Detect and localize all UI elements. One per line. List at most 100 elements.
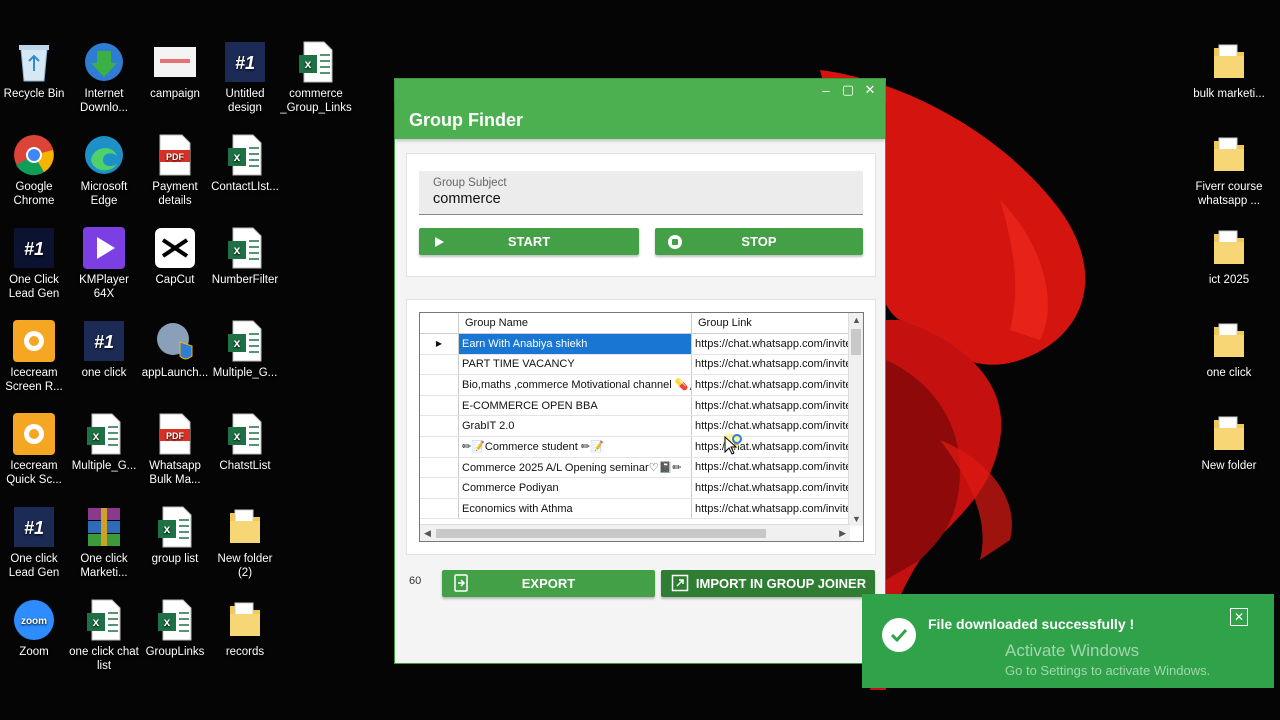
desktop-icon[interactable]: Google Chrome	[0, 133, 70, 208]
group-subject-input[interactable]: commerce	[433, 191, 849, 207]
desktop-icon[interactable]: Icecream Quick Sc...	[0, 412, 70, 487]
desktop-icon[interactable]: x GroupLinks	[139, 598, 211, 659]
table-row[interactable]: E-COMMERCE OPEN BBA https://chat.whatsapp…	[420, 395, 863, 417]
group-name-cell[interactable]: Commerce 2025 A/L Opening seminar♡📓✏	[459, 457, 692, 478]
desktop-icon[interactable]: x ContactLIst...	[209, 133, 281, 194]
desktop-icon-label: Recycle Bin	[3, 88, 65, 100]
import-label: IMPORT IN GROUP JOINER	[695, 576, 867, 591]
desktop-icon[interactable]: one click	[1193, 319, 1265, 380]
desktop-icon[interactable]: x NumberFilter	[209, 226, 281, 287]
group-link-cell[interactable]: https://chat.whatsapp.com/invite/	[692, 355, 849, 375]
desktop-icon[interactable]: New folder (2)	[209, 505, 281, 580]
desktop-icon[interactable]: x group list	[139, 505, 211, 566]
table-row[interactable]: Commerce 2025 A/L Opening seminar♡📓✏ http…	[420, 457, 863, 479]
import-group-joiner-button[interactable]: IMPORT IN GROUP JOINER	[661, 570, 875, 597]
group-name-cell[interactable]: Economics with Athma	[459, 498, 692, 519]
row-selector[interactable]	[420, 436, 459, 457]
desktop-icon[interactable]: x ChatstList	[209, 412, 281, 473]
minimize-button[interactable]: –	[815, 81, 837, 99]
desktop-icon[interactable]: CapCut	[139, 226, 211, 287]
desktop-icon[interactable]: Microsoft Edge	[68, 133, 140, 208]
desktop-icon[interactable]: One click Marketi...	[68, 505, 140, 580]
svg-text:#1: #1	[94, 332, 114, 352]
group-link-cell[interactable]: https://chat.whatsapp.com/invite/	[692, 334, 849, 354]
desktop-icon-label: Zoom	[19, 646, 49, 658]
desktop-icon[interactable]: x Multiple_G...	[209, 319, 281, 380]
desktop-icon[interactable]: x commerce _Group_Links	[280, 40, 352, 115]
vertical-scrollbar[interactable]: ▲ ▼	[848, 313, 863, 526]
table-row[interactable]: Bio,maths ,commerce Motivational channel…	[420, 375, 863, 396]
desktop-icon[interactable]: KMPlayer 64X	[68, 226, 140, 301]
desktop-icon[interactable]: ict 2025	[1193, 226, 1265, 287]
column-header-group-name[interactable]: Group Name	[459, 313, 692, 333]
group-name-cell[interactable]: ✏📝Commerce student ✏📝	[459, 436, 692, 457]
group-subject-field[interactable]: Group Subject commerce	[419, 171, 863, 215]
desktop-icon[interactable]: PDF Whatsapp Bulk Ma...	[139, 412, 211, 487]
desktop-icon[interactable]: x one click chat list	[68, 598, 140, 673]
desktop-icon[interactable]: Fiverr course whatsapp ...	[1193, 133, 1265, 208]
maximize-button[interactable]: ▢	[837, 81, 859, 99]
desktop-icon[interactable]: #1 Untitled design	[209, 40, 281, 115]
watermark-line2: Go to Settings to activate Windows.	[1005, 663, 1211, 678]
row-selector[interactable]	[420, 457, 459, 478]
desktop-icon[interactable]: Internet Downlo...	[68, 40, 140, 115]
desktop-icon[interactable]: records	[209, 598, 281, 659]
toast-message: File downloaded successfully !	[928, 616, 1135, 632]
group-name-cell[interactable]: E-COMMERCE OPEN BBA	[459, 395, 692, 416]
row-selector[interactable]	[420, 478, 459, 498]
stop-button[interactable]: STOP	[655, 228, 863, 255]
group-link-cell[interactable]: https://chat.whatsapp.com/invite/	[692, 416, 849, 436]
row-selector[interactable]	[420, 498, 459, 519]
table-row[interactable]: PART TIME VACANCY https://chat.whatsapp.c…	[420, 354, 863, 376]
vertical-scroll-thumb[interactable]	[851, 329, 861, 355]
table-row[interactable]: Economics with Athma https://chat.whatsap…	[420, 498, 863, 520]
group-link-cell[interactable]: https://chat.whatsapp.com/invite/	[692, 396, 849, 416]
horizontal-scrollbar[interactable]: ◀ ▶	[420, 524, 850, 541]
desktop-icon[interactable]: x Multiple_G...	[68, 412, 140, 473]
row-selector[interactable]	[420, 354, 459, 375]
row-selector[interactable]	[420, 416, 459, 436]
table-row[interactable]: GrabIT 2.0 https://chat.whatsapp.com/invi…	[420, 416, 863, 437]
desktop-icon[interactable]: #1 One click Lead Gen	[0, 505, 70, 580]
scroll-left-icon[interactable]: ◀	[424, 528, 431, 539]
group-link-cell[interactable]: https://chat.whatsapp.com/invite/	[692, 478, 849, 498]
group-name-cell[interactable]: PART TIME VACANCY	[459, 354, 692, 375]
external-link-icon	[671, 574, 689, 592]
column-header-group-link[interactable]: Group Link	[692, 313, 849, 333]
results-grid[interactable]: Group Name Group Link ▶ Earn With Anabiya…	[419, 312, 864, 542]
scroll-up-icon[interactable]: ▲	[852, 315, 861, 325]
scroll-down-icon[interactable]: ▼	[852, 514, 861, 524]
desktop-icon[interactable]: New folder	[1193, 412, 1265, 473]
close-button[interactable]: ✕	[859, 81, 881, 99]
group-link-cell[interactable]: https://chat.whatsapp.com/invite/	[692, 458, 849, 478]
group-link-cell[interactable]: https://chat.whatsapp.com/invite/	[692, 499, 849, 519]
svg-text:#1: #1	[24, 239, 44, 259]
desktop-icon[interactable]: PDF Payment details	[139, 133, 211, 208]
desktop-icon[interactable]: Icecream Screen R...	[0, 319, 70, 394]
desktop-icon[interactable]: #1 One Click Lead Gen	[0, 226, 70, 301]
row-selector[interactable]: ▶	[420, 334, 459, 354]
group-name-cell[interactable]: Commerce Podiyan	[459, 478, 692, 498]
start-button[interactable]: START	[419, 228, 639, 255]
group-link-cell[interactable]: https://chat.whatsapp.com/invite/	[692, 375, 849, 395]
table-row[interactable]: Commerce Podiyan https://chat.whatsapp.co…	[420, 478, 863, 499]
export-button[interactable]: EXPORT	[442, 570, 655, 597]
desktop-icon[interactable]: appLaunch...	[139, 319, 211, 380]
desktop-icon[interactable]: bulk marketi...	[1193, 40, 1265, 101]
row-selector[interactable]	[420, 395, 459, 416]
table-row[interactable]: ▶ Earn With Anabiya shiekh https://chat.wh…	[420, 334, 863, 355]
desktop-icon[interactable]: zoom Zoom	[0, 598, 70, 659]
scroll-right-icon[interactable]: ▶	[839, 528, 846, 539]
group-name-cell[interactable]: Bio,maths ,commerce Motivational channel…	[459, 375, 692, 395]
group-link-cell[interactable]: https://chat.whatsapp.com/invite/	[692, 437, 849, 457]
play-icon	[431, 234, 447, 250]
desktop-icon[interactable]: #1 one click	[68, 319, 140, 380]
horizontal-scroll-thumb[interactable]	[436, 529, 766, 538]
table-row[interactable]: ✏📝Commerce student ✏📝 https://chat.whatsa…	[420, 436, 863, 458]
group-name-cell[interactable]: Earn With Anabiya shiekh	[459, 334, 692, 354]
row-selector[interactable]	[420, 375, 459, 395]
desktop-icon[interactable]: campaign	[139, 40, 211, 101]
toast-close-button[interactable]: ✕	[1230, 608, 1248, 626]
group-name-cell[interactable]: GrabIT 2.0	[459, 416, 692, 436]
desktop-icon[interactable]: Recycle Bin	[0, 40, 70, 101]
